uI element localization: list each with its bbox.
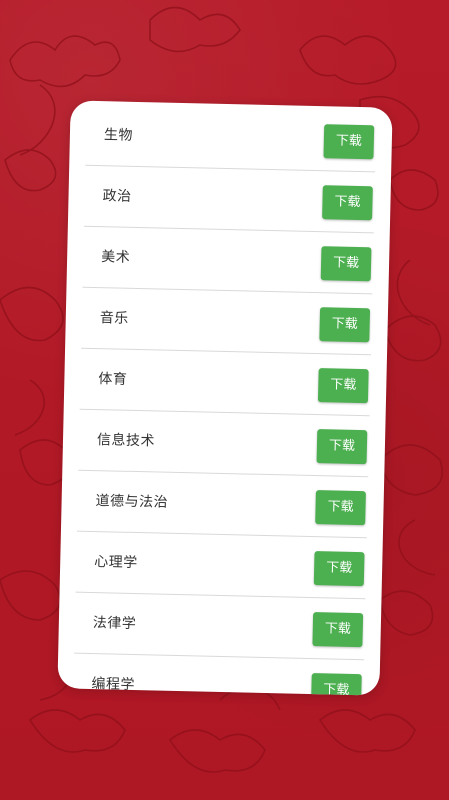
list-item-morality-law: 道德与法治 下载 [76, 470, 369, 539]
download-button[interactable]: 下载 [313, 551, 365, 587]
list-item-politics: 政治 下载 [83, 165, 376, 234]
download-button[interactable]: 下载 [317, 368, 369, 404]
download-button[interactable]: 下载 [315, 490, 366, 526]
subject-label: 心理学 [94, 554, 138, 572]
list-item-programming: 编程学 下载 [72, 653, 365, 696]
download-button[interactable]: 下载 [316, 429, 368, 465]
download-button[interactable]: 下载 [322, 185, 373, 221]
download-button[interactable]: 下载 [311, 673, 362, 696]
subject-label: 道德与法治 [95, 493, 169, 511]
list-item-pe: 体育 下载 [79, 348, 372, 417]
download-button[interactable]: 下载 [312, 612, 364, 648]
subject-label: 美术 [100, 249, 131, 266]
subject-label: 生物 [103, 127, 134, 144]
download-button[interactable]: 下载 [319, 307, 371, 343]
download-button[interactable]: 下载 [320, 246, 372, 282]
list-item-it: 信息技术 下载 [78, 409, 370, 478]
subject-download-list-card: 生物 下载 政治 下载 美术 下载 音乐 下载 体育 下载 信息技术 下载 道德… [57, 100, 393, 696]
subject-label: 音乐 [99, 310, 129, 327]
list-item-law: 法律学 下载 [74, 592, 366, 661]
subject-label: 法律学 [92, 615, 137, 633]
list-item-art: 美术 下载 [82, 226, 374, 295]
list-item-music: 音乐 下载 [81, 287, 373, 356]
list-item-psychology: 心理学 下载 [75, 531, 367, 600]
subject-label: 信息技术 [96, 432, 156, 450]
download-button[interactable]: 下载 [323, 124, 375, 160]
subject-list: 生物 下载 政治 下载 美术 下载 音乐 下载 体育 下载 信息技术 下载 道德… [57, 104, 392, 696]
subject-label: 政治 [102, 188, 132, 205]
list-item-biology: 生物 下载 [85, 104, 377, 173]
subject-label: 体育 [98, 371, 128, 388]
